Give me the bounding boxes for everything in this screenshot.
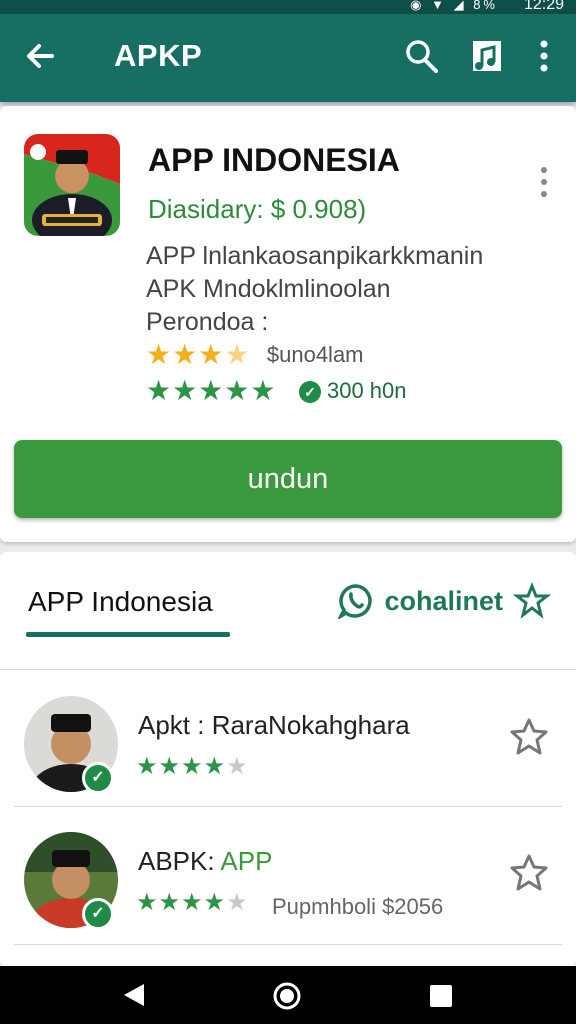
back-arrow-icon[interactable]	[22, 36, 58, 76]
home-icon[interactable]	[272, 981, 302, 1011]
tab-cohalinet[interactable]: cohalinet	[336, 581, 552, 622]
app-bar-title: APKP	[114, 38, 203, 73]
bookmark-star-icon[interactable]	[508, 716, 550, 758]
app-name: APP INDONESIA	[148, 142, 400, 178]
install-button[interactable]: undun	[14, 440, 562, 518]
battery-percent: 8%	[473, 0, 498, 12]
media-icon[interactable]	[470, 38, 504, 74]
star-rating: ★★★★★	[136, 753, 249, 780]
item-subtitle: Pupmhboli $2056	[272, 894, 444, 919]
app-bar: APKP	[0, 14, 576, 102]
app-description: APP lnlankaosanpikarkkmanin APK Mndoklml…	[146, 240, 483, 339]
rating-label: $uno4lam	[266, 341, 364, 367]
star-rating: ★★★★	[146, 339, 251, 370]
whatsapp-icon	[336, 584, 372, 621]
tab-bar: APP Indonesia cohalinet	[0, 552, 576, 670]
more-vert-icon[interactable]	[534, 38, 554, 74]
recents-icon[interactable]	[430, 985, 452, 1007]
item-title: Apkt : RaraNokahghara	[138, 710, 410, 740]
reviews-panel: APP Indonesia cohalinet ✓ Apkt : RaraNok…	[0, 552, 576, 966]
search-icon[interactable]	[404, 36, 440, 76]
more-vert-icon[interactable]	[532, 164, 556, 200]
description-line: APP lnlankaosanpikarkkmanin	[146, 242, 484, 270]
rating-row: ★★★★ $uno4lam	[146, 338, 364, 370]
divider	[14, 944, 562, 945]
verified-badge-icon: ✓	[82, 762, 114, 794]
installs-count: ✓ 300 h0n	[298, 378, 407, 404]
star-badge-icon	[513, 581, 552, 619]
description-line: Perondoa :	[146, 308, 269, 336]
check-circle-icon: ✓	[298, 380, 321, 403]
list-item[interactable]: ✓ ABPK: APP ★★★★★ Pupmhboli $2056	[0, 814, 576, 952]
back-icon[interactable]	[122, 982, 146, 1008]
item-title: ABPK: APP	[138, 846, 273, 876]
rating-row: ★★★★★ ✓ 300 h0n	[146, 374, 407, 406]
app-price: Diasidary: $ 0.908)	[148, 194, 367, 224]
status-icons: ◉ ▼ ◢ 8%	[410, 0, 498, 13]
app-icon[interactable]	[24, 134, 120, 236]
verified-badge-icon: ✓	[82, 898, 114, 930]
divider	[14, 806, 562, 807]
app-detail-card: APP INDONESIA Diasidary: $ 0.908) APP ln…	[0, 106, 576, 542]
active-tab-indicator	[26, 632, 230, 637]
status-bar: ◉ ▼ ◢ 8% 12:29	[0, 0, 576, 14]
star-rating: ★★★★★	[146, 375, 277, 406]
star-rating: ★★★★★	[136, 889, 249, 916]
list-item[interactable]: ✓ Apkt : RaraNokahghara ★★★★★	[0, 678, 576, 816]
clock: 12:29	[523, 0, 564, 13]
system-nav-bar	[0, 966, 576, 1024]
description-line: APK Mndoklmlinoolan	[146, 275, 391, 303]
bookmark-star-icon[interactable]	[508, 852, 550, 894]
tab-app-indonesia[interactable]: APP Indonesia	[28, 586, 213, 618]
